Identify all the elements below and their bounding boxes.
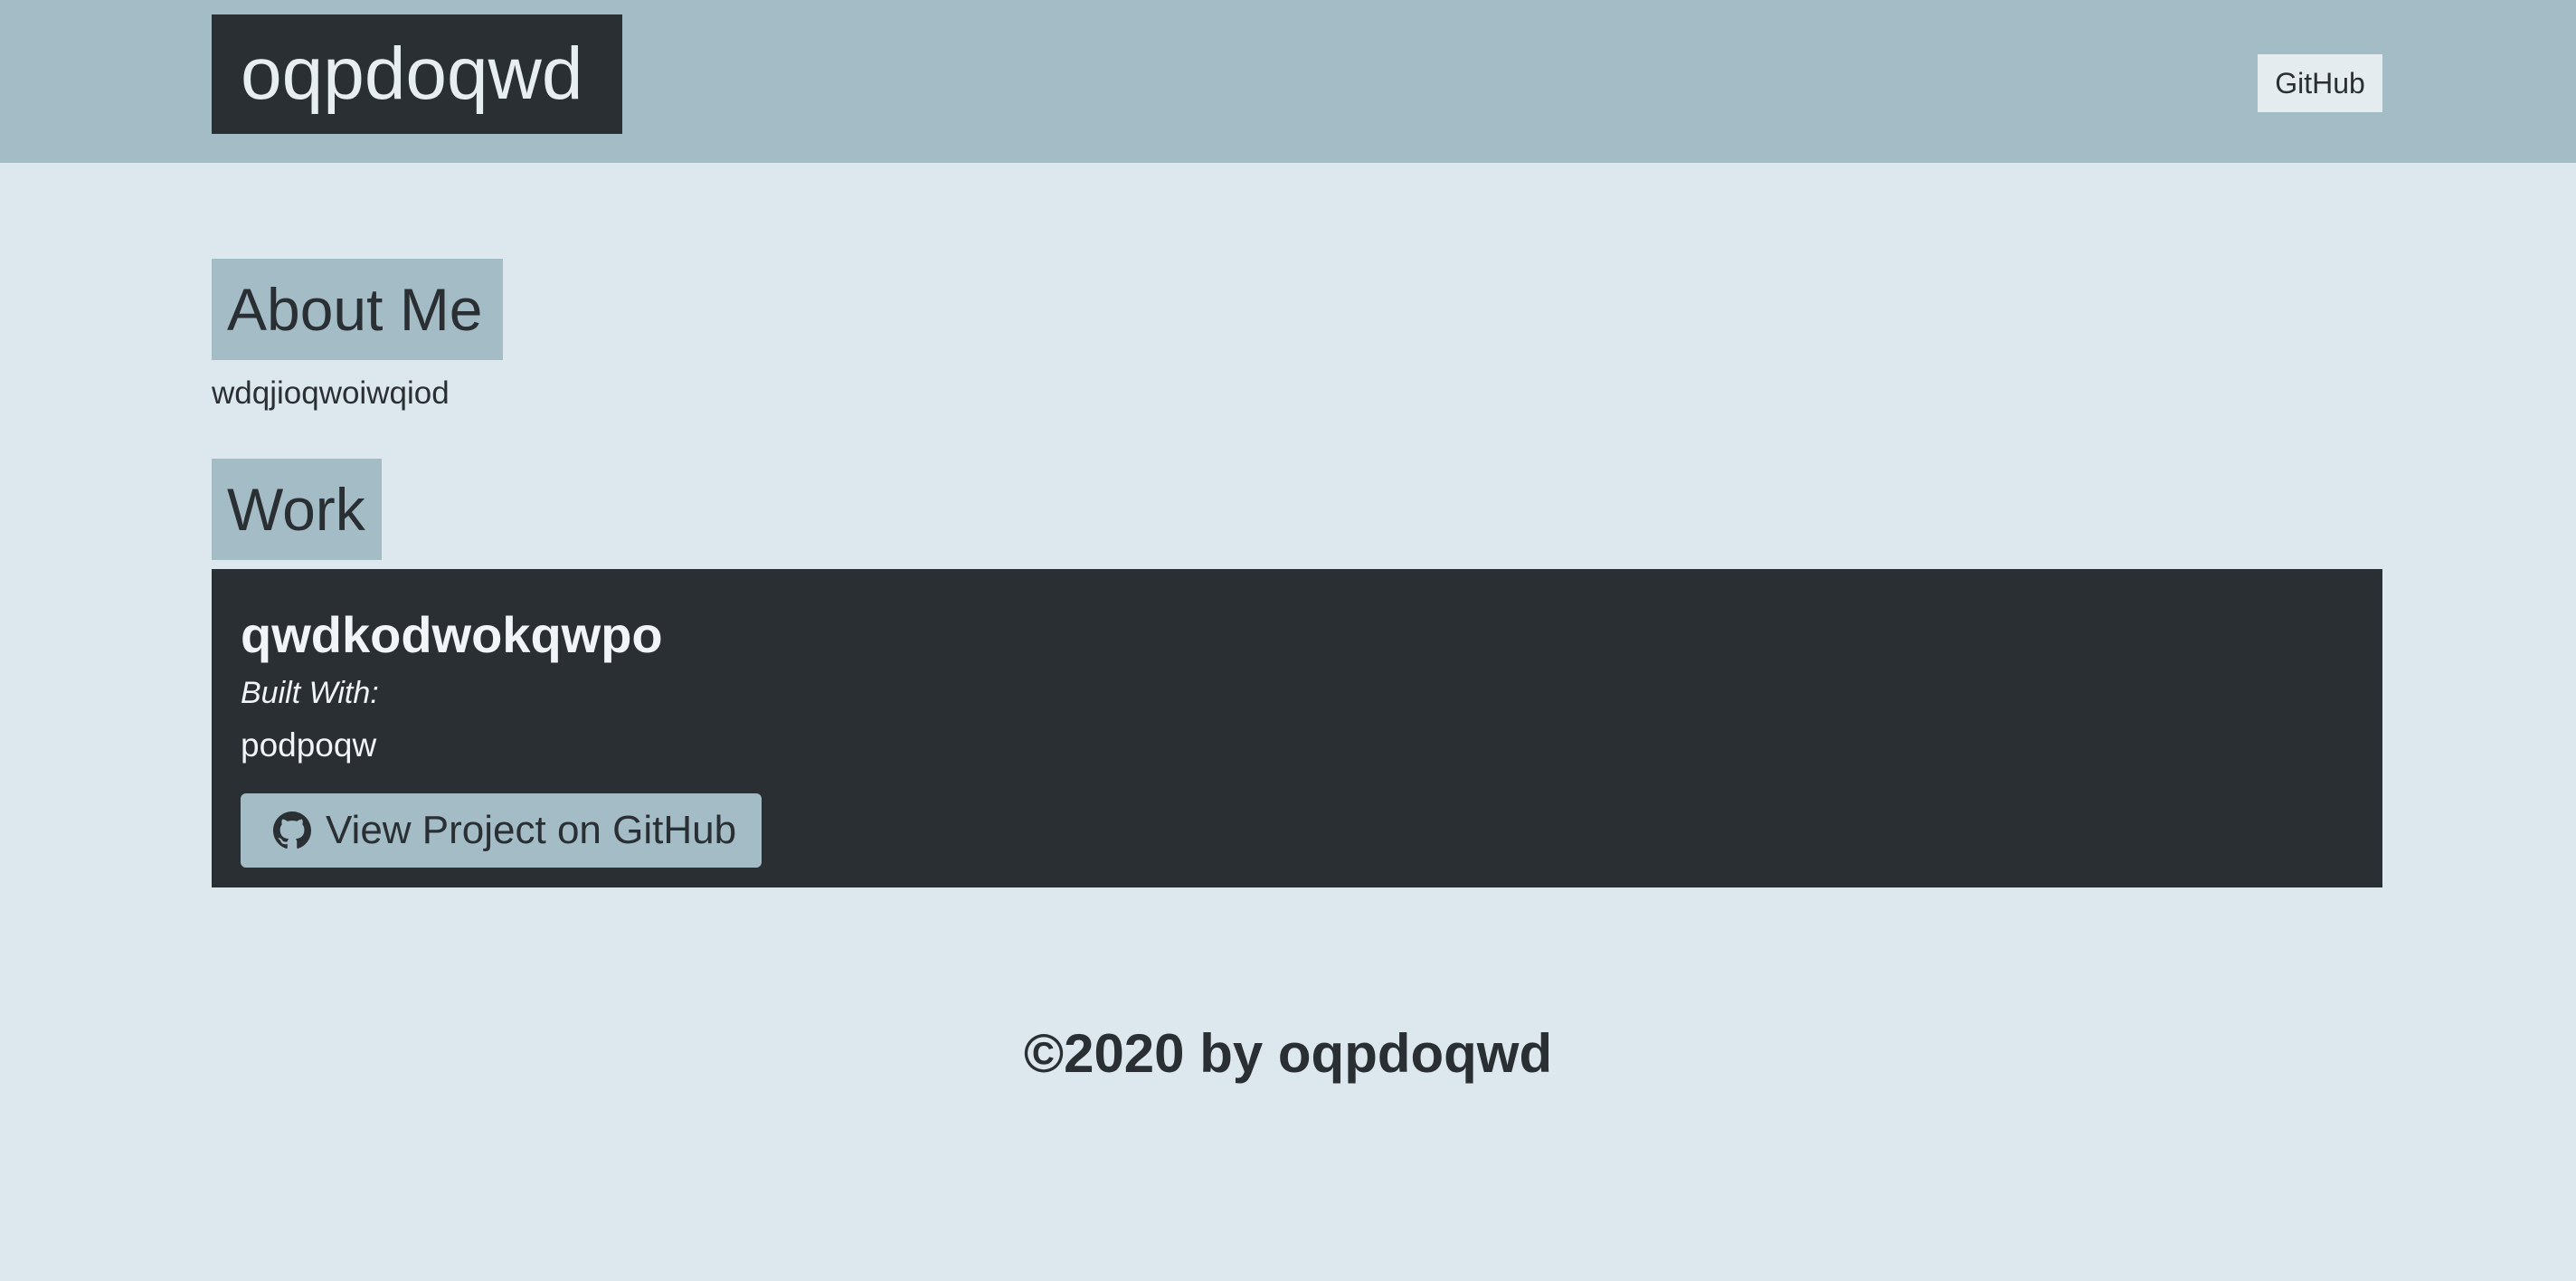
about-heading: About Me [212, 259, 503, 360]
view-project-github-label: View Project on GitHub [326, 808, 737, 852]
footer-copyright: ©2020 by oqpdoqwd [1023, 1023, 1553, 1084]
built-with-tech: podpoqw [241, 726, 377, 764]
nav-github-link[interactable]: GitHub [2258, 54, 2382, 112]
about-text: wdqjioqwoiwqiod [212, 375, 450, 411]
project-card: qwdkodwokqwpo Built With: podpoqw View P… [212, 569, 2382, 887]
work-heading: Work [212, 459, 382, 560]
site-header: oqpdoqwd GitHub [0, 0, 2576, 163]
site-logo[interactable]: oqpdoqwd [212, 14, 622, 134]
github-icon [273, 811, 311, 849]
built-with-label: Built With: [241, 676, 379, 710]
view-project-github-button[interactable]: View Project on GitHub [241, 793, 762, 868]
project-title: qwdkodwokqwpo [241, 606, 663, 663]
